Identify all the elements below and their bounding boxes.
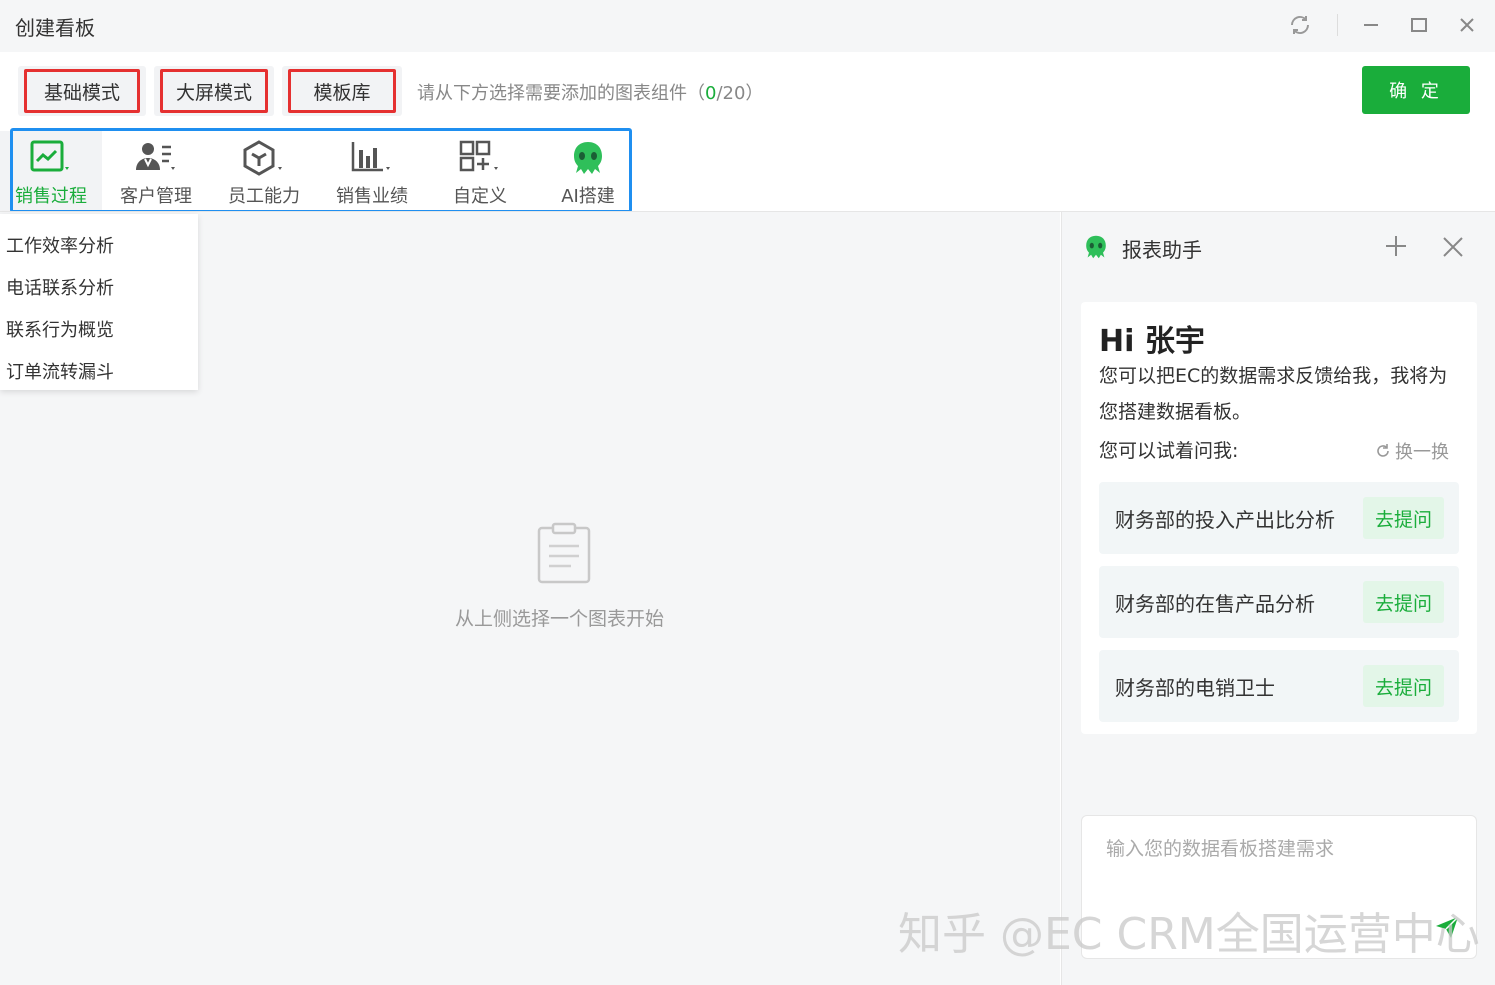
mode-template-button[interactable]: 模板库 [282,66,402,116]
assistant-card: Hi 张宇 您可以把EC的数据需求反馈给我，我将为您搭建数据看板。 您可以试着问… [1081,302,1477,734]
confirm-button[interactable]: 确 定 [1362,66,1470,114]
ask-button[interactable]: 去提问 [1363,581,1444,623]
refresh-label: 换一换 [1395,442,1449,463]
hint-count: 0 [705,83,717,104]
ai-mascot-icon [1082,232,1110,266]
close-icon[interactable] [1442,236,1464,262]
refresh-icon [1377,444,1389,457]
question-text: 财务部的投入产出比分析 [1115,508,1335,532]
assistant-title: 报表助手 [1122,238,1202,262]
dropdown-item[interactable]: 订单流转漏斗 [0,350,198,392]
maximize-icon[interactable] [1404,10,1434,40]
blue-highlight-box [10,128,632,213]
input-placeholder: 输入您的数据看板搭建需求 [1106,838,1335,860]
empty-state-text: 从上侧选择一个图表开始 [455,608,665,630]
assistant-header: 报表助手 [1062,212,1495,284]
ask-button[interactable]: 去提问 [1363,665,1444,707]
title-separator [1337,14,1338,36]
dropdown-item[interactable]: 工作效率分析 [0,224,198,266]
red-highlight-box [24,69,140,113]
intro-text: 您可以把EC的数据需求反馈给我，我将为您搭建数据看板。 [1099,365,1448,423]
sync-icon[interactable] [1285,10,1315,40]
red-highlight-box [160,69,268,113]
greeting: Hi 张宇 [1099,324,1205,359]
question-item: 财务部的在售产品分析 去提问 [1099,566,1459,638]
close-icon[interactable] [1452,10,1482,40]
mode-basic-button[interactable]: 基础模式 [18,66,146,116]
question-text: 财务部的在售产品分析 [1115,592,1315,616]
red-highlight-box [288,69,396,113]
assistant-panel: 报表助手 Hi 张宇 您可以把EC的数据需求反馈给我，我将为您搭建数据看板。 您… [1061,212,1495,985]
dropdown-item[interactable]: 联系行为概览 [0,308,198,350]
question-item: 财务部的投入产出比分析 去提问 [1099,482,1459,554]
ask-button[interactable]: 去提问 [1363,497,1444,539]
question-text: 财务部的电销卫士 [1115,676,1275,700]
hint-suffix: /20） [716,83,764,104]
selection-hint: 请从下方选择需要添加的图表组件（0/20） [417,79,763,105]
hint-prefix: 请从下方选择需要添加的图表组件（ [417,83,705,104]
window-title: 创建看板 [15,16,95,40]
title-bar: 创建看板 [0,0,1495,52]
question-item: 财务部的电销卫士 去提问 [1099,650,1459,722]
mode-bigscreen-button[interactable]: 大屏模式 [154,66,274,116]
dropdown-item[interactable]: 电话联系分析 [0,266,198,308]
try-label: 您可以试着问我: [1099,440,1239,462]
watermark: 知乎 @EC CRM全国运营中心 [898,909,1480,960]
sales-process-dropdown: 工作效率分析 电话联系分析 联系行为概览 订单流转漏斗 [0,214,198,390]
plus-icon[interactable] [1384,234,1408,262]
refresh-button[interactable]: 换一换 [1375,438,1449,464]
clipboard-icon [537,522,591,588]
mode-bar: 基础模式 大屏模式 模板库 [18,66,402,116]
minimize-icon[interactable] [1356,10,1386,40]
